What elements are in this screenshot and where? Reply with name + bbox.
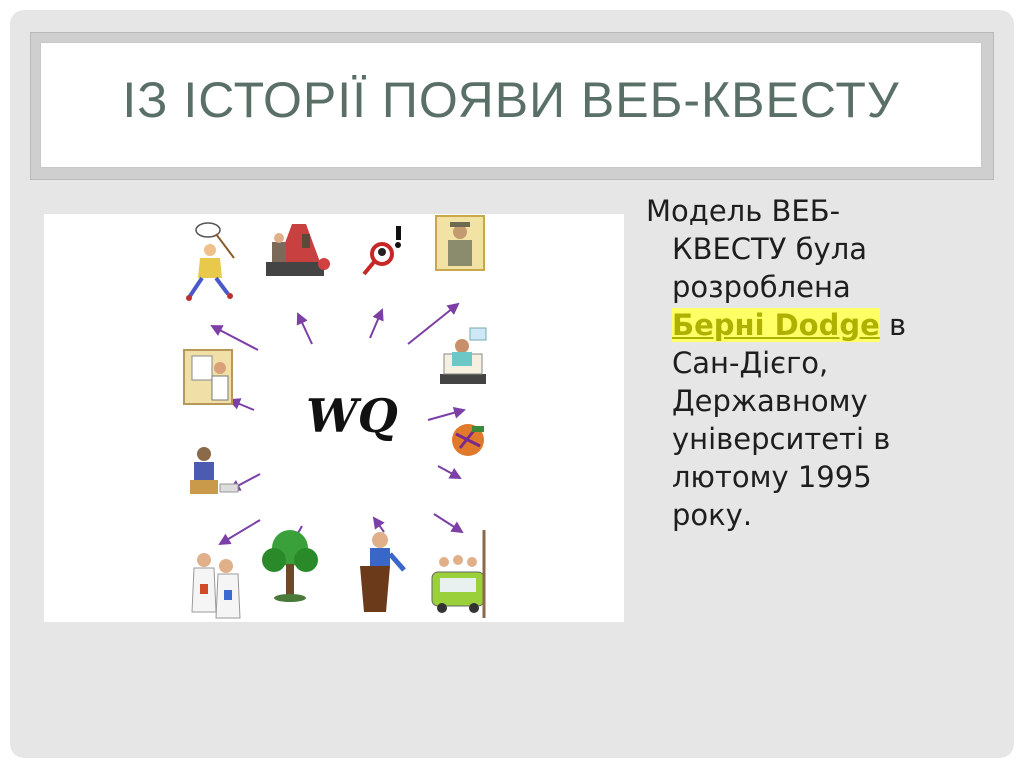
webquest-illustration: WQ: [44, 214, 624, 622]
arrow: [427, 406, 466, 421]
family-car-icon: [431, 530, 486, 618]
body-line: лютому 1995: [672, 460, 872, 494]
scientist-lab-icon: [440, 327, 487, 384]
body-line: в: [879, 308, 907, 342]
body-line: Сан-Дієго,: [672, 346, 829, 380]
body-line-with-link: Берні Dodge в: [646, 306, 936, 344]
body-line: університеті в: [672, 422, 891, 456]
arrow: [433, 513, 464, 534]
arrow: [369, 308, 384, 339]
arrow: [228, 398, 255, 411]
butterfly-net-person-icon: [186, 222, 235, 301]
slide-title: ІЗ ІСТОРІЇ ПОЯВИ ВЕБ-КВЕСТУ: [122, 72, 900, 128]
arrow: [407, 302, 460, 345]
arrow: [437, 465, 462, 479]
body-line: року.: [672, 498, 753, 532]
body-line: Державному: [672, 384, 868, 418]
tree-icon: [262, 530, 318, 602]
painter-icon: [183, 349, 233, 405]
wq-label: WQ: [306, 389, 398, 443]
body-line: Модель ВЕБ-: [646, 194, 841, 228]
body-line: КВЕСТУ була: [672, 232, 868, 266]
body-text: Модель ВЕБ- КВЕСТУ була розроблена Берні…: [646, 192, 936, 534]
berni-dodge-link[interactable]: Берні Dodge: [672, 308, 880, 342]
arrow: [210, 325, 259, 351]
superhero-group-icon: [191, 553, 241, 619]
arrow: [218, 519, 261, 546]
reporter-portrait-icon: [435, 215, 485, 271]
theater-stage-icon: [266, 224, 330, 276]
speaker-podium-icon: [360, 532, 406, 612]
globe-pen-icon: [452, 424, 484, 456]
detective-magnifier-icon: [362, 226, 401, 276]
slide: ІЗ ІСТОРІЇ ПОЯВИ ВЕБ-КВЕСТУ WQ Модель ВЕ…: [10, 10, 1014, 758]
body-line: розроблена: [672, 270, 851, 304]
arrow: [372, 516, 385, 533]
reading-person-icon: [190, 447, 239, 494]
illustration-svg: WQ: [183, 215, 487, 619]
title-box: ІЗ ІСТОРІЇ ПОЯВИ ВЕБ-КВЕСТУ: [40, 42, 982, 168]
arrow: [296, 312, 313, 345]
